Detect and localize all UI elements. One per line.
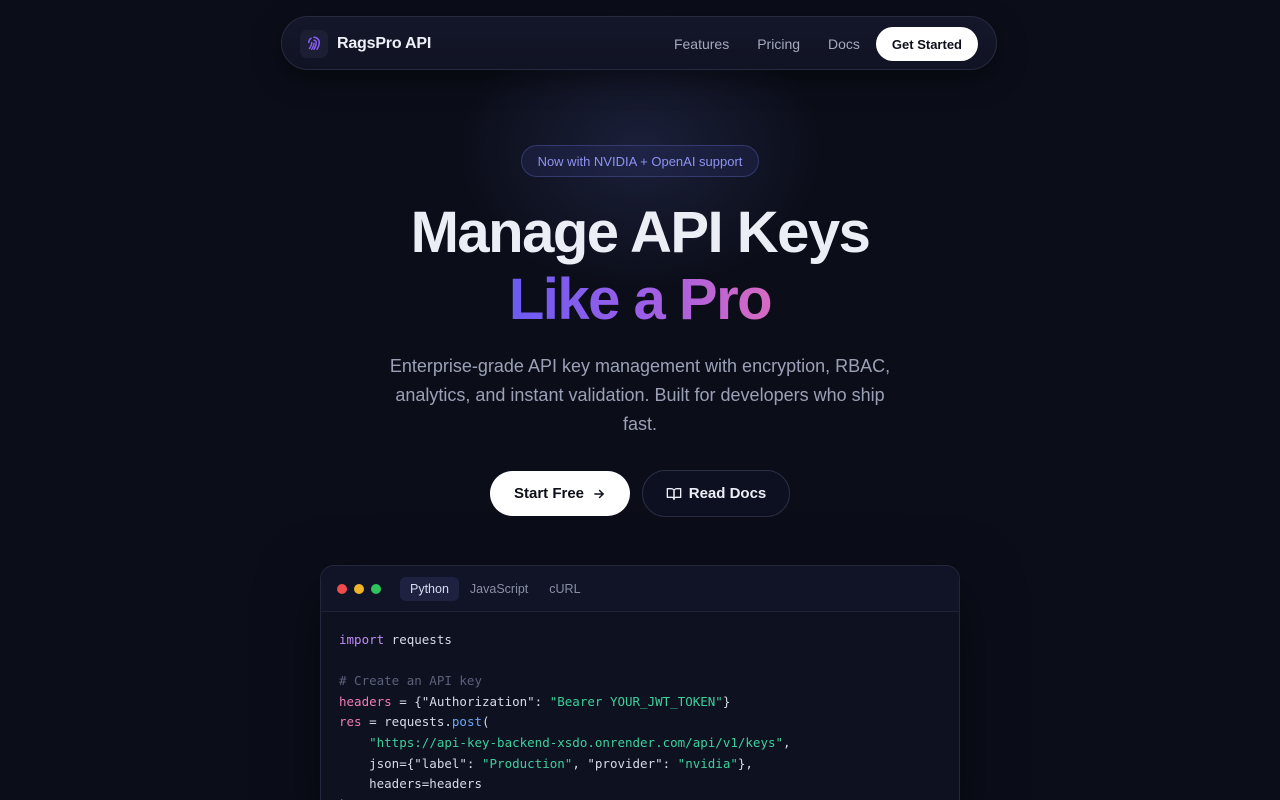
code-function: post [451,714,482,730]
nav-link-features[interactable]: Features [674,36,729,52]
code-line: import requests [339,630,941,651]
start-free-label: Start Free [513,485,585,502]
code-keyword: import [339,632,385,647]
window-maximize-dot [371,583,381,594]
window-minimize-dot [354,583,364,594]
code-example-window: Python JavaScript cURL import requests #… [320,565,960,800]
navbar: RagsPro API Features Pricing Docs Get St… [281,16,997,70]
brand-name: RagsPro API [337,35,432,52]
book-open-icon [666,486,682,502]
code-text: = requests. [361,714,452,730]
code-text: = {"Authorization": [391,693,550,709]
language-tabs: Python JavaScript cURL [400,576,592,601]
code-variable: res [339,714,362,730]
hero-title: Manage API Keys [410,200,871,265]
code-variable: headers [339,693,392,709]
tab-python[interactable]: Python [400,576,459,601]
code-line: "https://api-key-backend-xsdo.onrender.c… [339,733,941,754]
read-docs-button[interactable]: Read Docs [642,470,790,517]
code-line: ) [339,795,941,800]
code-text: }, [737,755,753,771]
code-text: , "provider": [572,755,678,771]
code-text: requests [384,632,452,647]
code-text: ( [482,714,490,730]
hero-title-highlight: Like a Pro [0,267,1280,333]
hero-subtitle: Enterprise-grade API key management with… [389,356,891,434]
code-string: "https://api-key-backend-xsdo.onrender.c… [369,734,784,750]
window-close-dot [337,583,347,594]
announcement-badge: Now with NVIDIA + OpenAI support [521,145,759,177]
fingerprint-icon [300,30,328,58]
code-string: "nvidia" [677,755,738,771]
nav-link-pricing[interactable]: Pricing [757,36,800,52]
code-line: headers = {"Authorization": "Bearer YOUR… [339,692,941,713]
code-string: "Production" [482,755,573,771]
hero-title-gradient-text: Like a Pro [508,267,773,332]
code-line: # Create an API key [339,671,941,692]
nav-links: Features Pricing Docs Get Started [674,27,978,61]
code-block: import requests # Create an API key heade… [321,612,959,800]
code-text: json={"label": [339,755,482,771]
code-comment: # Create an API key [339,673,482,689]
code-line: res = requests.post( [339,712,941,733]
tab-javascript[interactable]: JavaScript [460,577,538,601]
start-free-button[interactable]: Start Free [490,471,630,516]
nav-link-docs[interactable]: Docs [828,36,860,52]
tab-curl[interactable]: cURL [539,577,590,601]
code-line: headers=headers [339,774,941,795]
brand[interactable]: RagsPro API [300,29,431,59]
get-started-button[interactable]: Get Started [875,27,978,61]
code-line: json={"label": "Production", "provider":… [339,754,941,775]
code-string: "Bearer YOUR_JWT_TOKEN" [549,693,723,709]
landing-page: RagsPro API Features Pricing Docs Get St… [0,0,1280,800]
code-text: } [722,693,731,709]
arrow-right-icon [592,487,606,501]
code-text: headers=headers [339,776,482,792]
code-window-header: Python JavaScript cURL [321,566,959,612]
read-docs-label: Read Docs [688,485,767,502]
code-text: , [783,734,791,750]
